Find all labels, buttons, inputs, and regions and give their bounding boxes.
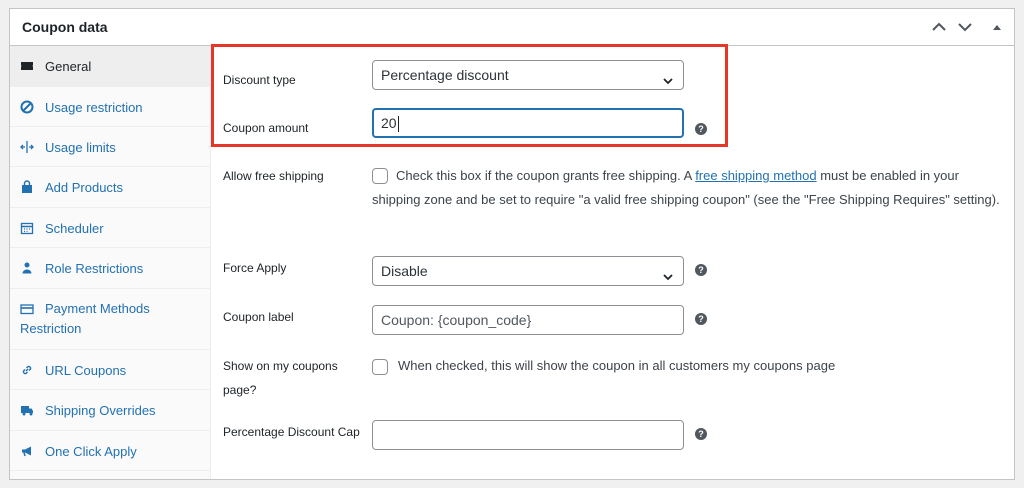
- panel-title: Coupon data: [22, 19, 108, 35]
- free-shipping-label: Allow free shipping: [223, 169, 324, 183]
- tab-label: Usage restriction: [45, 100, 143, 115]
- percentage-cap-input[interactable]: [372, 420, 684, 450]
- tab-label: Scheduler: [45, 221, 104, 236]
- coupon-label-placeholder: Coupon: {coupon_code}: [381, 312, 532, 328]
- megaphone-icon: [20, 444, 34, 458]
- discount-type-label: Discount type: [223, 73, 296, 87]
- tab-general[interactable]: General: [10, 46, 210, 87]
- tab-add-products[interactable]: Add Products: [10, 167, 210, 208]
- chevron-up-icon[interactable]: [930, 18, 948, 36]
- coupon-label-input[interactable]: Coupon: {coupon_code}: [372, 305, 684, 335]
- tab-url-coupons[interactable]: URL Coupons: [10, 350, 210, 390]
- show-on-coupons-checkbox[interactable]: [372, 359, 388, 375]
- coupon-tabs-sidebar: General Usage restriction Usage limits A…: [10, 46, 211, 479]
- coupon-label-label: Coupon label: [223, 310, 294, 324]
- coupon-amount-value: 20: [381, 115, 397, 131]
- chevron-down-icon: [661, 265, 675, 293]
- prohibited-icon: [20, 100, 34, 114]
- person-icon: [20, 261, 34, 275]
- free-shipping-method-link[interactable]: free shipping method: [695, 168, 816, 183]
- tab-role-restrictions[interactable]: Role Restrictions: [10, 248, 210, 289]
- show-on-coupons-description: When checked, this will show the coupon …: [398, 358, 836, 373]
- help-icon[interactable]: ?: [695, 123, 707, 135]
- force-apply-select[interactable]: Disable: [372, 256, 684, 286]
- tab-shipping-overrides[interactable]: Shipping Overrides: [10, 390, 210, 431]
- arrows-icon: [20, 140, 34, 154]
- help-icon[interactable]: ?: [695, 428, 707, 440]
- tab-label: Role Restrictions: [45, 261, 144, 276]
- help-icon[interactable]: ?: [695, 313, 707, 325]
- coupon-amount-label: Coupon amount: [223, 121, 309, 135]
- link-icon: [20, 363, 34, 377]
- force-apply-label: Force Apply: [223, 261, 287, 275]
- chevron-down-icon: [661, 69, 675, 97]
- tab-label: Usage limits: [45, 140, 116, 155]
- force-apply-value: Disable: [381, 263, 428, 279]
- coupon-amount-input[interactable]: 20: [372, 108, 684, 138]
- coupon-general-form: Discount type Percentage discount Coupon…: [211, 46, 1014, 479]
- tab-one-click-apply[interactable]: One Click Apply: [10, 431, 210, 471]
- panel-header: Coupon data: [10, 9, 1014, 46]
- bag-icon: [20, 180, 34, 194]
- coupon-data-panel: Coupon data General Usage restriction Us…: [9, 8, 1015, 480]
- tab-label: Add Products: [45, 180, 124, 195]
- tab-usage-limits[interactable]: Usage limits: [10, 127, 210, 167]
- tab-label: General: [45, 59, 92, 74]
- help-icon[interactable]: ?: [695, 264, 707, 276]
- calendar-icon: [20, 221, 34, 235]
- discount-type-select[interactable]: Percentage discount: [372, 60, 684, 90]
- discount-type-value: Percentage discount: [381, 67, 509, 83]
- show-on-coupons-label: Show on my coupons page?: [223, 359, 338, 397]
- ticket-icon: [20, 59, 34, 73]
- tab-scheduler[interactable]: Scheduler: [10, 208, 210, 248]
- tab-label: Shipping Overrides: [45, 403, 156, 418]
- chevron-down-icon[interactable]: [956, 18, 974, 36]
- tab-label: URL Coupons: [45, 363, 127, 378]
- tab-label: One Click Apply: [45, 444, 137, 459]
- triangle-up-icon[interactable]: [988, 18, 1006, 36]
- tab-payment-methods-restriction[interactable]: Payment Methods Restriction: [10, 289, 210, 350]
- tab-usage-restriction[interactable]: Usage restriction: [10, 87, 210, 127]
- text-caret: [397, 116, 399, 133]
- truck-icon: [20, 403, 34, 417]
- free-shipping-description: Check this box if the coupon grants free…: [372, 168, 1000, 207]
- tab-label: Payment Methods Restriction: [20, 301, 150, 336]
- percentage-cap-label: Percentage Discount Cap: [223, 425, 360, 439]
